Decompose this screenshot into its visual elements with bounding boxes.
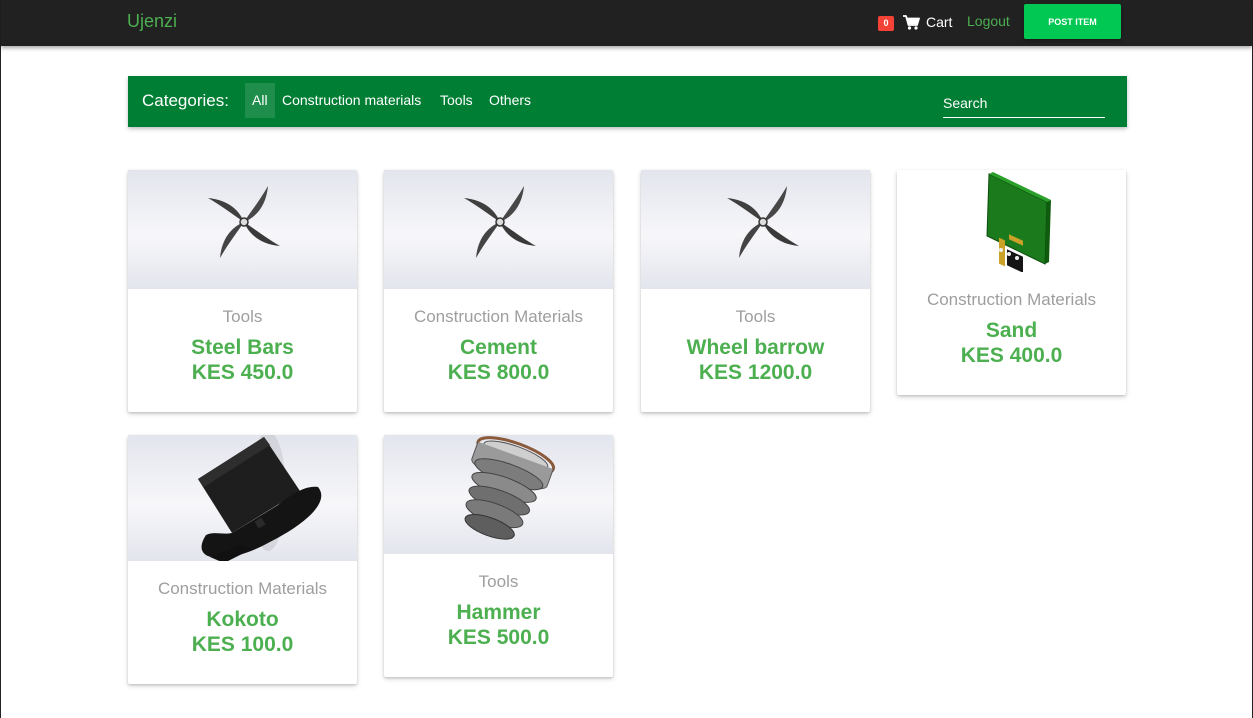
product-price: KES 100.0 xyxy=(191,633,294,656)
category-tools[interactable]: Tools xyxy=(433,83,480,118)
propeller-icon xyxy=(208,186,280,258)
product-name: Sand xyxy=(985,319,1038,342)
product-name: Kokoto xyxy=(206,608,279,631)
product-category: Tools xyxy=(222,307,263,326)
product-image xyxy=(128,170,357,289)
circuit-board-icon xyxy=(986,172,1051,272)
product-category: Construction Materials xyxy=(157,579,328,598)
product-image xyxy=(128,435,357,561)
brand-logo[interactable]: Ujenzi xyxy=(127,11,177,32)
product-card[interactable]: Tools Steel Bars KES 450.0 xyxy=(128,170,357,412)
search-field xyxy=(943,88,1105,118)
shopping-cart-icon xyxy=(903,14,920,30)
product-image xyxy=(897,170,1126,272)
product-card[interactable]: Construction Materials Sand KES 400.0 xyxy=(897,170,1126,395)
product-price: KES 800.0 xyxy=(447,361,550,384)
product-price: KES 500.0 xyxy=(447,626,550,649)
product-category: Tools xyxy=(478,572,519,591)
product-name: Steel Bars xyxy=(191,336,294,359)
category-bar: Categories: All Construction materials T… xyxy=(128,76,1127,127)
logout-link[interactable]: Logout xyxy=(967,13,1010,29)
product-image xyxy=(384,435,613,554)
category-construction-materials[interactable]: Construction materials xyxy=(275,83,428,118)
product-card[interactable]: Tools Wheel barrow KES 1200.0 xyxy=(641,170,870,412)
product-name: Cement xyxy=(459,336,538,359)
post-item-button[interactable]: POST ITEM xyxy=(1024,4,1121,39)
category-all[interactable]: All xyxy=(245,83,275,118)
product-name: Hammer xyxy=(456,601,541,624)
cart-label: Cart xyxy=(926,14,953,30)
product-card[interactable]: Tools Hammer KES 500.0 xyxy=(384,435,613,677)
categories-title: Categories: xyxy=(142,91,229,110)
cart-link[interactable]: Cart xyxy=(903,12,952,32)
product-category: Tools xyxy=(735,307,776,326)
top-navbar: Ujenzi 0 Cart Logout POST ITEM xyxy=(1,0,1252,46)
cart-count-badge: 0 xyxy=(878,16,894,31)
propeller-icon xyxy=(727,186,799,258)
product-name: Wheel barrow xyxy=(686,336,825,359)
product-category: Construction Materials xyxy=(926,290,1097,309)
product-price: KES 1200.0 xyxy=(698,361,813,384)
search-input[interactable] xyxy=(943,88,1105,117)
propeller-icon xyxy=(464,186,536,258)
product-card[interactable]: Construction Materials Cement KES 800.0 xyxy=(384,170,613,412)
product-price: KES 400.0 xyxy=(960,344,1063,367)
product-card[interactable]: Construction Materials Kokoto KES 100.0 xyxy=(128,435,357,684)
top-hat-icon xyxy=(198,435,322,561)
product-image xyxy=(641,170,870,289)
product-price: KES 450.0 xyxy=(191,361,294,384)
category-others[interactable]: Others xyxy=(482,83,538,118)
product-category: Construction Materials xyxy=(413,307,584,326)
bellows-icon xyxy=(464,436,555,540)
product-image xyxy=(384,170,613,289)
